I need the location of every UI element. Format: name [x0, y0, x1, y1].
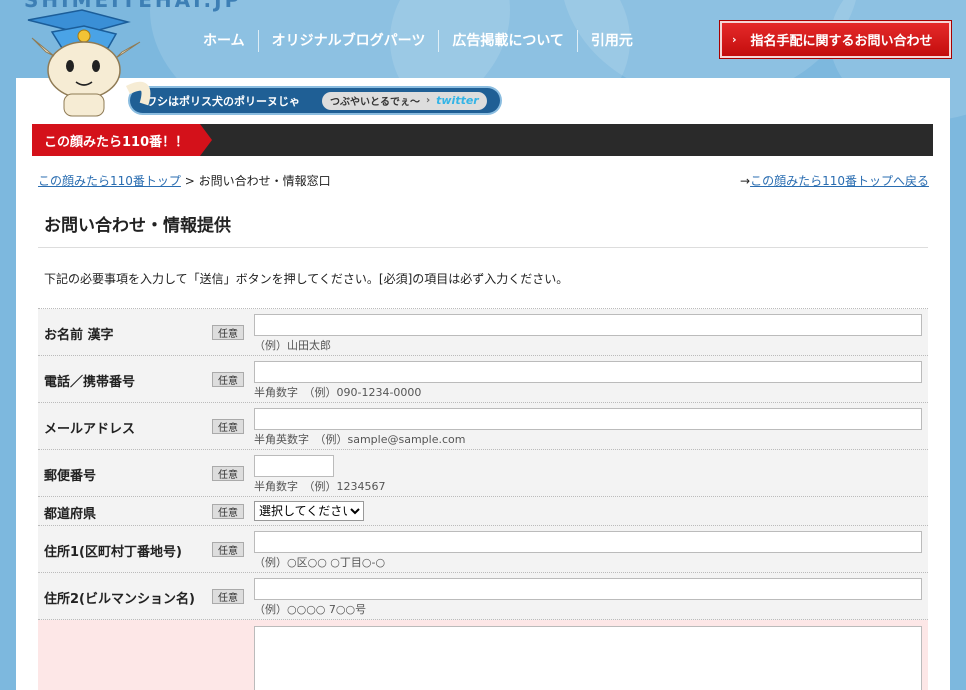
breadcrumb-separator: >	[184, 174, 195, 188]
global-nav: ホーム オリジナルブログパーツ 広告掲載について 引用元	[190, 30, 646, 52]
twitter-button-text: つぶやいとるでぇ～	[330, 97, 420, 108]
wanted-contact-label: 指名手配に関するお問い合わせ	[750, 34, 933, 49]
section-title-bar: この顔みたら110番！！	[32, 124, 933, 156]
address2-hint: （例）○○○○ 7○○号	[254, 603, 367, 616]
police-dog-mascot-icon	[27, 9, 151, 117]
nav-blog-parts[interactable]: オリジナルブログパーツ	[257, 30, 439, 52]
back-to-top: →この顔みたら110番トップへ戻る	[740, 172, 929, 189]
address2-label: 住所2(ビルマンション名)	[44, 592, 195, 607]
inquiry-form: お名前 漢字 任意 （例）山田太郎 電話／携帯番号 任意 半角数字 （例）090…	[38, 308, 928, 690]
phone-hint: 半角数字 （例）090-1234-0000	[254, 386, 422, 399]
chevron-right-icon: ›	[426, 95, 431, 106]
name-label: お名前 漢字	[44, 328, 114, 343]
nav-advertising[interactable]: 広告掲載について	[438, 30, 577, 52]
form-row-phone: 電話／携帯番号 任意 半角数字 （例）090-1234-0000	[38, 356, 928, 403]
form-row-name: お名前 漢字 任意 （例）山田太郎	[38, 309, 928, 356]
arrow-right-icon: →	[740, 174, 751, 188]
optional-badge: 任意	[212, 504, 244, 519]
phone-label: 電話／携帯番号	[44, 375, 136, 390]
twitter-follow-button[interactable]: つぶやいとるでぇ～ › twitter	[322, 91, 487, 110]
form-row-email: メールアドレス 任意 半角英数字 （例）sample@sample.com	[38, 403, 928, 450]
wanted-contact-button[interactable]: › 指名手配に関するお問い合わせ	[719, 20, 952, 59]
zip-input[interactable]	[254, 455, 334, 477]
prefecture-select[interactable]: 選択してください	[254, 501, 364, 521]
optional-badge: 任意	[212, 325, 244, 340]
form-instructions: 下記の必要事項を入力して「送信」ボタンを押してください。[必須]の項目は必ず入力…	[44, 272, 569, 286]
phone-input[interactable]	[254, 361, 922, 383]
email-hint: 半角英数字 （例）sample@sample.com	[254, 433, 466, 446]
page-title: お問い合わせ・情報提供	[38, 212, 928, 248]
zip-hint: 半角数字 （例）1234567	[254, 480, 386, 493]
address1-input[interactable]	[254, 531, 922, 553]
form-row-prefecture: 都道府県 任意 選択してください	[38, 497, 928, 526]
optional-badge: 任意	[212, 419, 244, 434]
email-label: メールアドレス	[44, 422, 136, 437]
prefecture-label: 都道府県	[44, 507, 97, 522]
email-input[interactable]	[254, 408, 922, 430]
form-row-zip: 郵便番号 任意 半角数字 （例）1234567	[38, 450, 928, 497]
tagline-text: ワシはポリス犬のポリーヌじゃ	[146, 94, 300, 108]
message-textarea[interactable]	[254, 626, 922, 690]
zip-label: 郵便番号	[44, 469, 97, 484]
optional-badge: 任意	[212, 589, 244, 604]
breadcrumb-home-link[interactable]: この顔みたら110番トップ	[38, 174, 181, 188]
chevron-right-icon: ›	[732, 33, 737, 46]
nav-source[interactable]: 引用元	[576, 30, 646, 52]
name-hint: （例）山田太郎	[254, 339, 331, 352]
breadcrumb-current: お問い合わせ・情報窓口	[198, 174, 331, 188]
form-row-message	[38, 620, 928, 690]
address1-label: 住所1(区町村丁番地号)	[44, 545, 182, 560]
back-to-top-link[interactable]: この顔みたら110番トップへ戻る	[750, 174, 929, 188]
optional-badge: 任意	[212, 372, 244, 387]
name-input[interactable]	[254, 314, 922, 336]
address2-input[interactable]	[254, 578, 922, 600]
mascot-tagline: ワシはポリス犬のポリーヌじゃ つぶやいとるでぇ～ › twitter	[130, 88, 500, 113]
breadcrumb: この顔みたら110番トップ > お問い合わせ・情報窓口	[38, 172, 331, 189]
address1-hint: （例）○区○○ ○丁目○-○	[254, 556, 386, 569]
form-row-address1: 住所1(区町村丁番地号) 任意 （例）○区○○ ○丁目○-○	[38, 526, 928, 573]
twitter-logo: twitter	[436, 94, 479, 107]
form-row-address2: 住所2(ビルマンション名) 任意 （例）○○○○ 7○○号	[38, 573, 928, 620]
optional-badge: 任意	[212, 466, 244, 481]
nav-home[interactable]: ホーム	[190, 30, 258, 52]
section-title-tag: この顔みたら110番！！	[32, 124, 212, 156]
optional-badge: 任意	[212, 542, 244, 557]
